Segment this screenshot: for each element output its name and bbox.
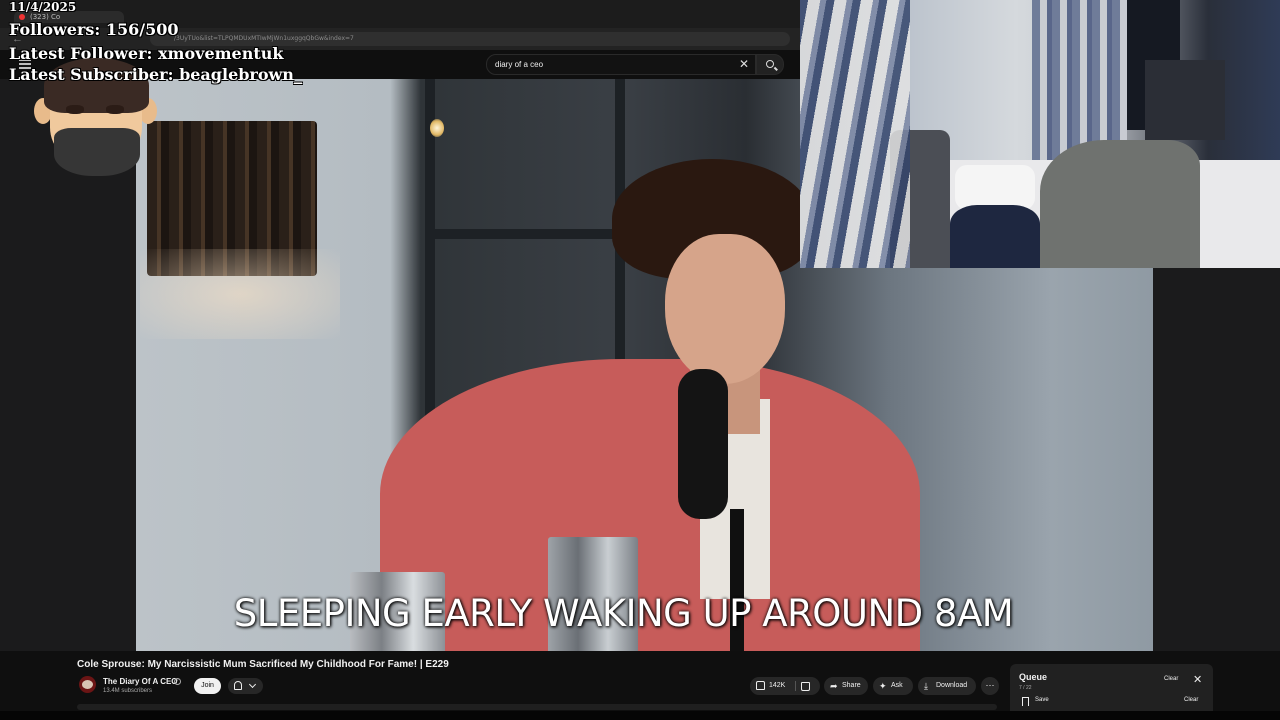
avatar-mask: [54, 128, 140, 176]
verified-icon: ✓: [174, 678, 181, 685]
queue-count: 7 / 22: [1019, 685, 1032, 691]
stream-date: 11/4/2025: [9, 0, 77, 14]
queue-clear-bottom-button[interactable]: Clear: [1184, 697, 1198, 703]
queue-clear-button[interactable]: Clear: [1164, 676, 1178, 682]
thumbs-down-icon[interactable]: [801, 682, 810, 691]
description-box[interactable]: [77, 704, 997, 710]
share-button[interactable]: ➦ Share: [824, 677, 868, 695]
like-count[interactable]: 142K: [769, 677, 785, 695]
notification-bell-button[interactable]: [228, 678, 263, 694]
light-bulb: [430, 119, 444, 137]
lamp-glow: [140, 249, 340, 339]
webcam-shelf: [1145, 60, 1225, 140]
close-icon[interactable]: ✕: [1193, 673, 1202, 686]
bookmark-icon: [1022, 697, 1029, 706]
webcam-overlay: [800, 0, 1280, 268]
channel-name[interactable]: The Diary Of A CEO: [103, 677, 178, 686]
follower-goal: Followers: 156/500: [9, 20, 179, 39]
search-query: diary of a ceo: [495, 60, 544, 69]
guest-face: [665, 234, 785, 384]
avatar-eye-left: [66, 105, 84, 114]
ask-button[interactable]: ✦ Ask: [873, 677, 913, 695]
webcam-blanket: [1040, 140, 1200, 268]
avatar-eye-right: [106, 105, 124, 114]
webcam-curtain-left: [800, 0, 910, 268]
channel-avatar-face: [82, 680, 93, 689]
webcam-pillow: [955, 165, 1035, 210]
latest-subscriber: Latest Subscriber: beaglebrown_: [9, 65, 302, 84]
search-input[interactable]: diary of a ceo ✕: [486, 54, 756, 75]
close-icon[interactable]: ✕: [739, 57, 749, 71]
chevron-down-icon: [248, 680, 257, 689]
more-actions-button[interactable]: ⋯: [981, 677, 999, 695]
thumbs-up-icon[interactable]: [756, 681, 765, 690]
like-divider: [795, 681, 796, 691]
channel-avatar[interactable]: [79, 676, 96, 693]
download-icon: ⤓: [924, 681, 928, 691]
window-crossbar: [425, 229, 625, 239]
sparkle-icon: ✦: [879, 681, 887, 691]
webcam-clothes: [950, 205, 1040, 268]
like-dislike-group: 142K: [750, 677, 820, 695]
queue-save-button[interactable]: Save: [1035, 697, 1049, 703]
download-button[interactable]: ⤓ Download: [918, 677, 976, 695]
share-label: Share: [842, 682, 861, 689]
video-title: Cole Sprouse: My Narcissistic Mum Sacrif…: [77, 659, 449, 670]
subscriber-count: 13.4M subscribers: [103, 688, 153, 694]
bell-icon: [234, 681, 242, 690]
microphone: [678, 369, 728, 519]
download-label: Download: [936, 682, 968, 689]
video-caption: SLEEPING EARLY WAKING UP AROUND 8AM: [233, 592, 1014, 635]
share-arrow-icon: ➦: [830, 681, 838, 691]
search-button[interactable]: [756, 54, 784, 75]
join-button[interactable]: Join: [194, 678, 221, 694]
ask-label: Ask: [891, 682, 903, 689]
bottom-edge: [0, 711, 1280, 720]
queue-title: Queue: [1019, 672, 1048, 682]
search-icon: [766, 60, 774, 68]
